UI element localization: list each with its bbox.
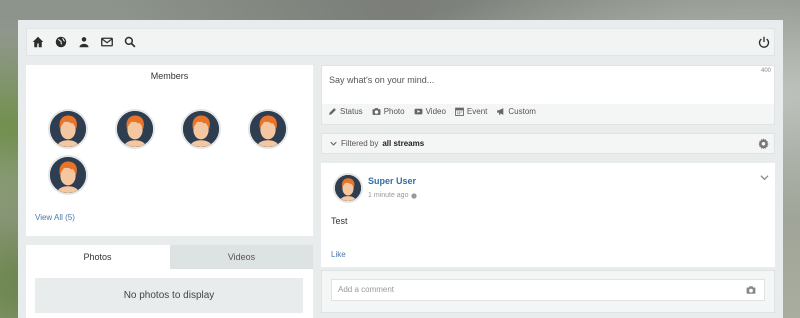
filter-prefix: Filtered by (341, 139, 379, 148)
stream-filter-dropdown[interactable]: Filtered by all streams (330, 139, 424, 148)
media-card: Photos Videos No photos to display (26, 245, 313, 318)
members-title: Members (150, 71, 189, 81)
composer-tabs: Status Photo Video Event Custom (328, 107, 536, 116)
view-all-link[interactable]: View All (5) (35, 213, 75, 222)
user-avatar-icon (50, 157, 86, 193)
camera-icon[interactable] (746, 285, 756, 295)
chevron-down-icon[interactable] (760, 173, 769, 182)
composer-tab-label: Custom (508, 107, 536, 116)
status-composer: Say what's on your mind... 400 Status Ph… (321, 65, 775, 125)
composer-tab-label: Status (340, 107, 363, 116)
video-icon (414, 108, 423, 115)
home-icon[interactable] (31, 35, 45, 49)
calendar-icon (455, 107, 464, 116)
composer-tab-photo[interactable]: Photo (372, 107, 405, 116)
chevron-down-icon (330, 141, 337, 146)
users-icon[interactable] (77, 35, 91, 49)
composer-tab-event[interactable]: Event (455, 107, 487, 116)
member-avatar[interactable] (181, 109, 221, 149)
comment-section: Add a comment (321, 270, 775, 313)
post-time-text: 1 minute ago (368, 192, 409, 199)
stream-post: Super User 1 minute ago Test Like (321, 163, 775, 267)
pencil-icon (329, 108, 336, 115)
user-avatar-icon (250, 111, 286, 147)
post-body: Test (331, 216, 348, 226)
member-avatar[interactable] (115, 109, 155, 149)
composer-tab-label: Video (425, 107, 446, 116)
member-avatar[interactable] (248, 109, 288, 149)
tab-videos[interactable]: Videos (170, 245, 313, 269)
search-icon[interactable] (123, 35, 137, 49)
members-card: Members View All (5) (26, 65, 313, 236)
like-link[interactable]: Like (331, 250, 346, 259)
gear-icon[interactable] (758, 138, 769, 149)
top-toolbar (26, 28, 775, 56)
member-avatar[interactable] (48, 155, 88, 195)
user-avatar-icon (117, 111, 153, 147)
comment-input[interactable]: Add a comment (331, 279, 765, 301)
mail-icon[interactable] (100, 35, 114, 49)
globe-icon[interactable] (411, 192, 418, 199)
camera-icon (372, 108, 381, 115)
megaphone-icon (497, 108, 504, 115)
composer-tab-video[interactable]: Video (414, 107, 446, 116)
filter-value: all streams (382, 139, 425, 148)
stream-filter-bar: Filtered by all streams (321, 133, 775, 154)
post-author-avatar[interactable] (333, 173, 363, 203)
stream-container: Members View All (5) Photos Videos No ph… (18, 20, 783, 318)
composer-tab-label: Photo (383, 107, 405, 116)
post-author-name[interactable]: Super User (368, 176, 416, 186)
empty-photos-message: No photos to display (35, 278, 303, 313)
comment-placeholder: Add a comment (338, 285, 395, 294)
post-timestamp: 1 minute ago (368, 192, 418, 199)
composer-tab-custom[interactable]: Custom (496, 107, 536, 116)
globe-icon[interactable] (54, 35, 68, 49)
user-avatar-icon (335, 175, 361, 201)
member-avatar[interactable] (48, 109, 88, 149)
char-counter: 400 (760, 68, 771, 74)
composer-tab-status[interactable]: Status (328, 107, 363, 116)
status-input[interactable]: Say what's on your mind... (322, 66, 774, 104)
composer-tab-label: Event (466, 107, 488, 116)
user-avatar-icon (50, 111, 86, 147)
user-avatar-icon (183, 111, 219, 147)
power-icon[interactable] (757, 35, 771, 49)
tab-photos[interactable]: Photos (26, 245, 169, 269)
